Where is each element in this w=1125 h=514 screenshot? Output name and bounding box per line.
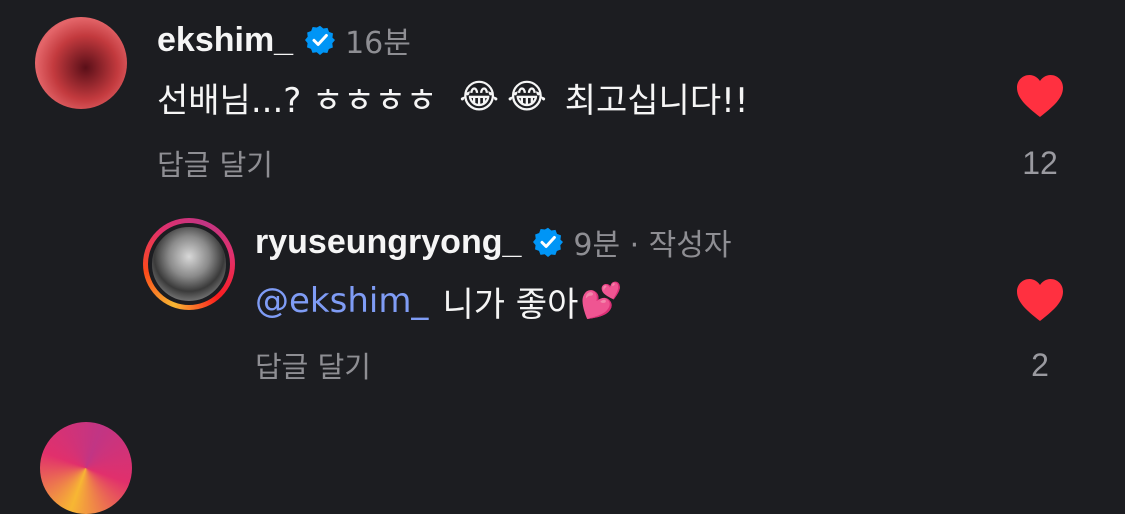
mention-link[interactable]: @ekshim_: [255, 281, 428, 321]
comment-time: 16분: [345, 26, 411, 61]
avatar[interactable]: [35, 17, 127, 109]
comment-time: 9분 · 작성자: [573, 228, 732, 263]
reply-button[interactable]: 답글 달기: [255, 344, 371, 386]
like-count: 12: [1022, 145, 1058, 181]
heart-icon[interactable]: [1016, 278, 1064, 322]
laughing-emoji-icon: 😂: [459, 77, 499, 117]
reply-item: ryuseungryong_ 9분 · 작성자 @ekshim_ 니가 좋아 💕…: [0, 200, 1125, 390]
two-hearts-emoji-icon: 💕: [580, 281, 623, 321]
like-count: 2: [1031, 347, 1049, 383]
heart-icon[interactable]: [1016, 74, 1064, 118]
reply-button[interactable]: 답글 달기: [157, 142, 273, 184]
comment-text: @ekshim_ 니가 좋아 💕: [255, 278, 623, 325]
comment-item: ekshim_ 16분 선배님...? ㅎㅎㅎㅎ 😂 😂 최고십니다!! 답글 …: [0, 0, 1125, 200]
verified-badge-icon: [305, 25, 336, 55]
comment-text-main: 선배님...? ㅎㅎㅎㅎ: [157, 80, 438, 121]
verified-badge-icon: [533, 227, 564, 257]
comment-text-main: 니가 좋아: [442, 284, 579, 325]
avatar-story-ring[interactable]: [143, 218, 235, 310]
avatar: [148, 223, 230, 305]
username[interactable]: ryuseungryong_: [255, 223, 521, 262]
avatar-story-ring[interactable]: [40, 422, 132, 514]
comment-header: ryuseungryong_ 9분 · 작성자: [255, 220, 732, 264]
comment-text: 선배님...? ㅎㅎㅎㅎ 😂 😂 최고십니다!!: [157, 74, 749, 121]
username[interactable]: ekshim_: [157, 21, 293, 60]
comment-text-end: 최고십니다!!: [564, 80, 749, 121]
comment-header: ekshim_ 16분: [157, 18, 411, 62]
laughing-emoji-icon: 😂: [506, 77, 547, 117]
